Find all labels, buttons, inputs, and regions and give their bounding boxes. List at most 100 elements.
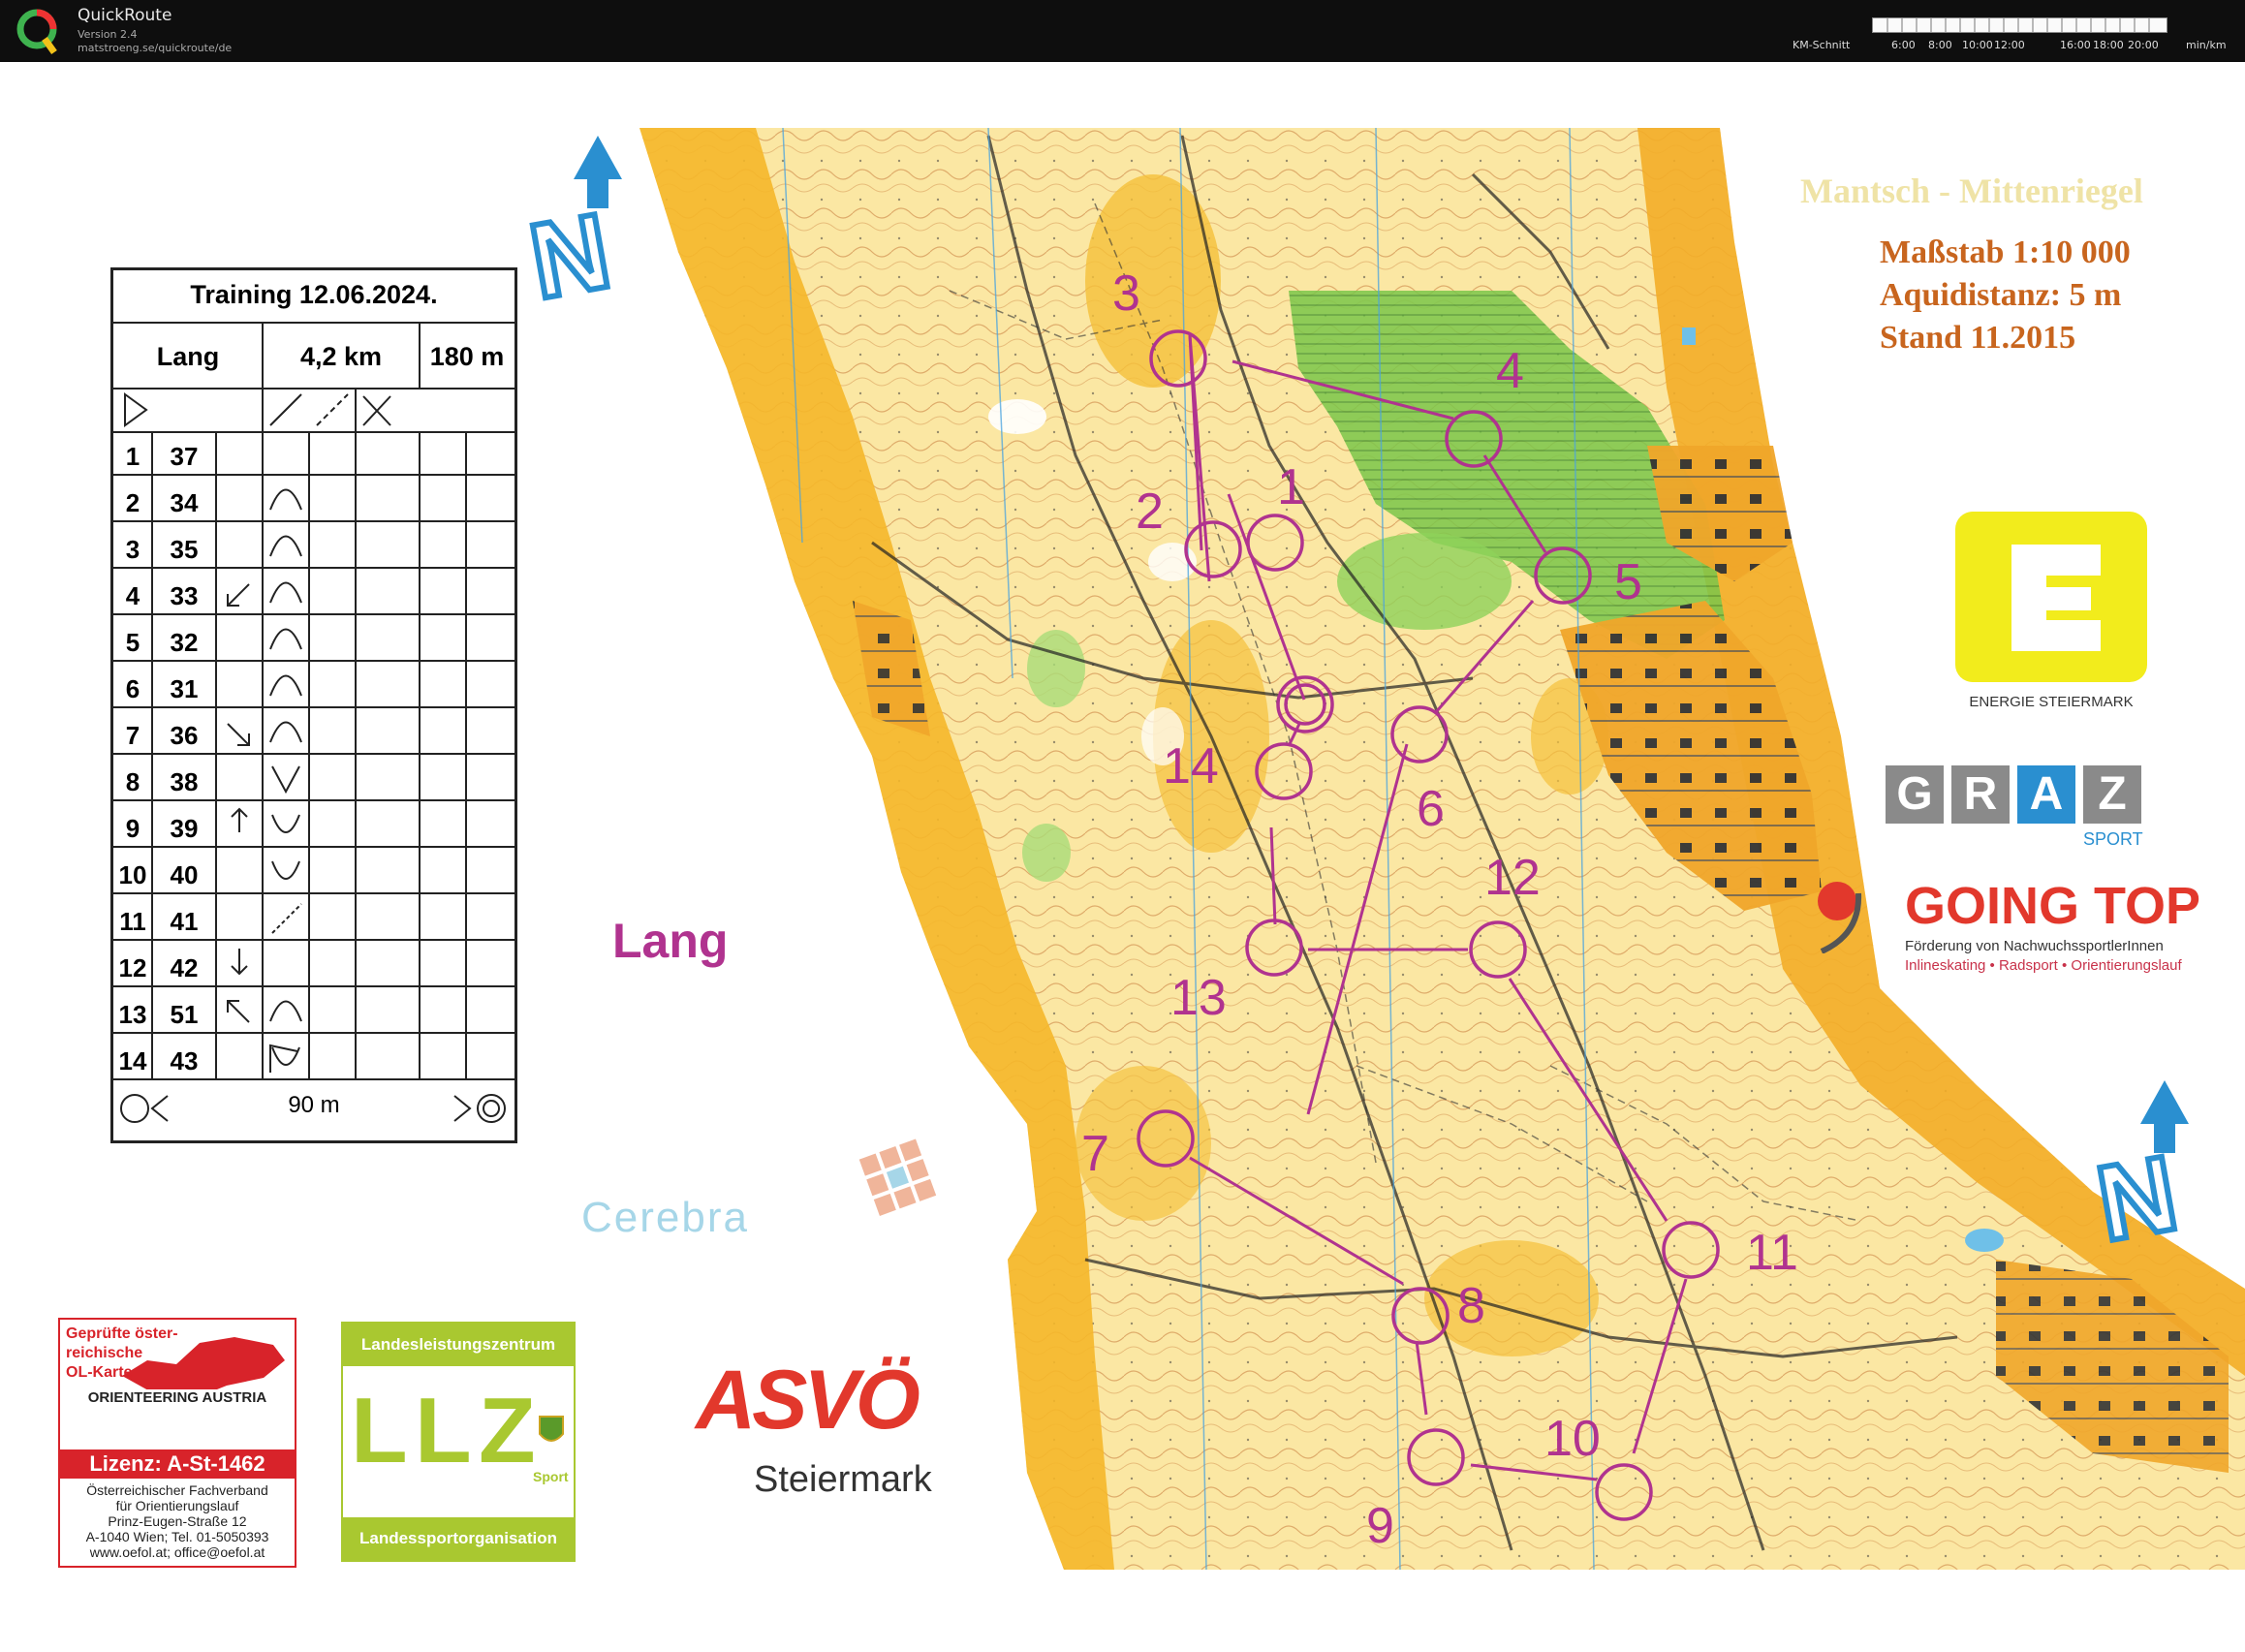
- control-row-number: 1: [125, 442, 140, 471]
- oefol-text-3: OL-Karte: [66, 1364, 133, 1381]
- control-row-code: 43: [170, 1046, 199, 1075]
- course-name-label: Lang: [612, 914, 729, 968]
- sheet-course-name: Lang: [156, 342, 220, 371]
- control-row-code: 40: [170, 860, 199, 889]
- scale-tick: 16:00: [2060, 39, 2091, 51]
- oefol-text-5: Österreichischer Fachverband: [86, 1482, 268, 1498]
- oefol-text-6: für Orientierungslauf: [115, 1498, 239, 1513]
- control-row-number: 3: [125, 535, 140, 564]
- scale-tick: 6:00: [1891, 39, 1916, 51]
- llz-top-text: Landesleistungszentrum: [343, 1324, 574, 1366]
- control-number-14: 14: [1163, 738, 1219, 795]
- control-row-code: 35: [170, 535, 199, 564]
- control-row-number: 7: [125, 721, 140, 750]
- going-top-sub1: Förderung von NachwuchssportlerInnen: [1905, 938, 2164, 954]
- speed-scale-label: KM-Schnitt: [1793, 39, 1851, 51]
- description-symbols: [269, 488, 302, 1073]
- going-top-icon: [1818, 882, 1862, 953]
- oefol-license-box: Geprüfte öster- reichische OL-Karte ORIE…: [58, 1318, 296, 1568]
- energie-e-icon: [2011, 545, 2101, 651]
- graz-letter: Z: [2098, 768, 2127, 820]
- llz-logo: Landesleistungszentrum L L Z Sport Lande…: [341, 1322, 576, 1562]
- cerebra-logo-icon: [858, 1138, 937, 1216]
- map-area-title: Mantsch - Mittenriegel: [1800, 171, 2143, 210]
- control-number-12: 12: [1484, 850, 1541, 906]
- control-row-code: 51: [170, 1000, 199, 1029]
- graz-letter: G: [1896, 768, 1933, 820]
- north-arrow-icon: N: [519, 136, 622, 325]
- llz-letter: Z: [479, 1379, 536, 1482]
- north-arrow-icon: N: [2086, 1080, 2189, 1267]
- control-row-code: 38: [170, 767, 199, 796]
- control-number-1: 1: [1277, 459, 1305, 515]
- oefol-text-4: ORIENTEERING AUSTRIA: [60, 1389, 295, 1406]
- svg-text:N: N: [522, 191, 619, 322]
- control-row-code: 42: [170, 953, 199, 982]
- column-header-symbols: [269, 393, 391, 426]
- control-number-8: 8: [1457, 1278, 1485, 1334]
- map-equidistance: Aquidistanz: 5 m: [1880, 277, 2122, 313]
- control-row-number: 13: [118, 1000, 147, 1029]
- styria-coat-of-arms-icon: [539, 1416, 564, 1442]
- control-row-number: 2: [125, 488, 140, 517]
- control-number-6: 6: [1417, 781, 1445, 837]
- scale-tick: 18:00: [2093, 39, 2124, 51]
- control-row-number: 4: [125, 581, 140, 610]
- start-triangle-icon: [124, 392, 148, 427]
- llz-sport-text: Sport: [533, 1469, 569, 1484]
- control-row-code: 33: [170, 581, 199, 610]
- control-number-4: 4: [1496, 343, 1524, 399]
- scale-tick: 12:00: [1994, 39, 2025, 51]
- control-number-10: 10: [1544, 1411, 1601, 1467]
- control-row-number: 14: [118, 1046, 147, 1075]
- map-canvas[interactable]: 1 2 3 4 5 6 7 8 9 10 11 12 13 14 N N Man…: [0, 62, 2245, 1652]
- scale-tick: 20:00: [2128, 39, 2159, 51]
- app-url[interactable]: matstroeng.se/quickroute/de: [78, 42, 232, 54]
- sheet-course-climb: 180 m: [429, 342, 505, 371]
- control-number-11: 11: [1746, 1225, 1798, 1281]
- llz-letter: L: [415, 1379, 472, 1482]
- energie-steiermark-text: ENERGIE STEIERMARK: [1969, 694, 2134, 710]
- control-row-number: 11: [119, 907, 146, 936]
- scale-tick: 8:00: [1928, 39, 1952, 51]
- app-name: QuickRoute: [78, 6, 172, 25]
- control-number-2: 2: [1136, 483, 1164, 540]
- app-header-bar: QuickRoute Version 2.4 matstroeng.se/qui…: [0, 0, 2245, 62]
- control-description-sheet: Training 12.06.2024. Lang 4,2 km 180 m 1…: [110, 267, 517, 1143]
- asvo-logo-text: ASVÖ: [696, 1354, 920, 1447]
- control-number-9: 9: [1366, 1498, 1394, 1554]
- control-row-code: 39: [170, 814, 199, 843]
- control-row-code: 34: [170, 488, 199, 517]
- graz-letter: R: [1963, 768, 1998, 820]
- control-row-number: 5: [125, 628, 140, 657]
- oefol-license-number: Lizenz: A-St-1462: [60, 1449, 295, 1479]
- cerebra-text: Cerebra: [581, 1194, 749, 1241]
- llz-letter: L: [351, 1379, 408, 1482]
- speed-scale-unit: min/km: [2186, 39, 2227, 51]
- scale-tick: 10:00: [1962, 39, 1993, 51]
- oefol-text-9: www.oefol.at; office@oefol.at: [89, 1544, 265, 1560]
- oefol-text-7: Prinz-Eugen-Straße 12: [108, 1513, 247, 1529]
- finish-distance: 90 m: [288, 1092, 340, 1118]
- control-number-5: 5: [1614, 554, 1642, 610]
- graz-letter: A: [2029, 768, 2064, 820]
- control-row-code: 41: [170, 907, 199, 936]
- control-row-number: 10: [118, 860, 147, 889]
- oefol-text-8: A-1040 Wien; Tel. 01-5050393: [85, 1529, 269, 1544]
- map-scale: Maßstab 1:10 000: [1880, 234, 2131, 270]
- control-number-7: 7: [1081, 1126, 1109, 1182]
- going-top-text: GOING TOP: [1905, 877, 2201, 935]
- llz-bottom-text: Landessportorganisation: [343, 1517, 574, 1560]
- control-row-code: 31: [170, 674, 199, 703]
- control-row-number: 8: [125, 767, 140, 796]
- control-row-number: 12: [118, 953, 147, 982]
- oefol-text-1: Geprüfte öster-: [66, 1325, 178, 1342]
- sheet-title: Training 12.06.2024.: [190, 280, 438, 309]
- speed-scale-bar: [1872, 17, 2167, 33]
- oefol-text-2: reichische: [66, 1345, 143, 1361]
- graz-sport-text: SPORT: [2083, 829, 2143, 849]
- quickroute-logo-icon: [16, 9, 57, 55]
- control-row-number: 9: [125, 814, 140, 843]
- app-version: Version 2.4: [78, 28, 138, 41]
- control-row-number: 6: [125, 674, 140, 703]
